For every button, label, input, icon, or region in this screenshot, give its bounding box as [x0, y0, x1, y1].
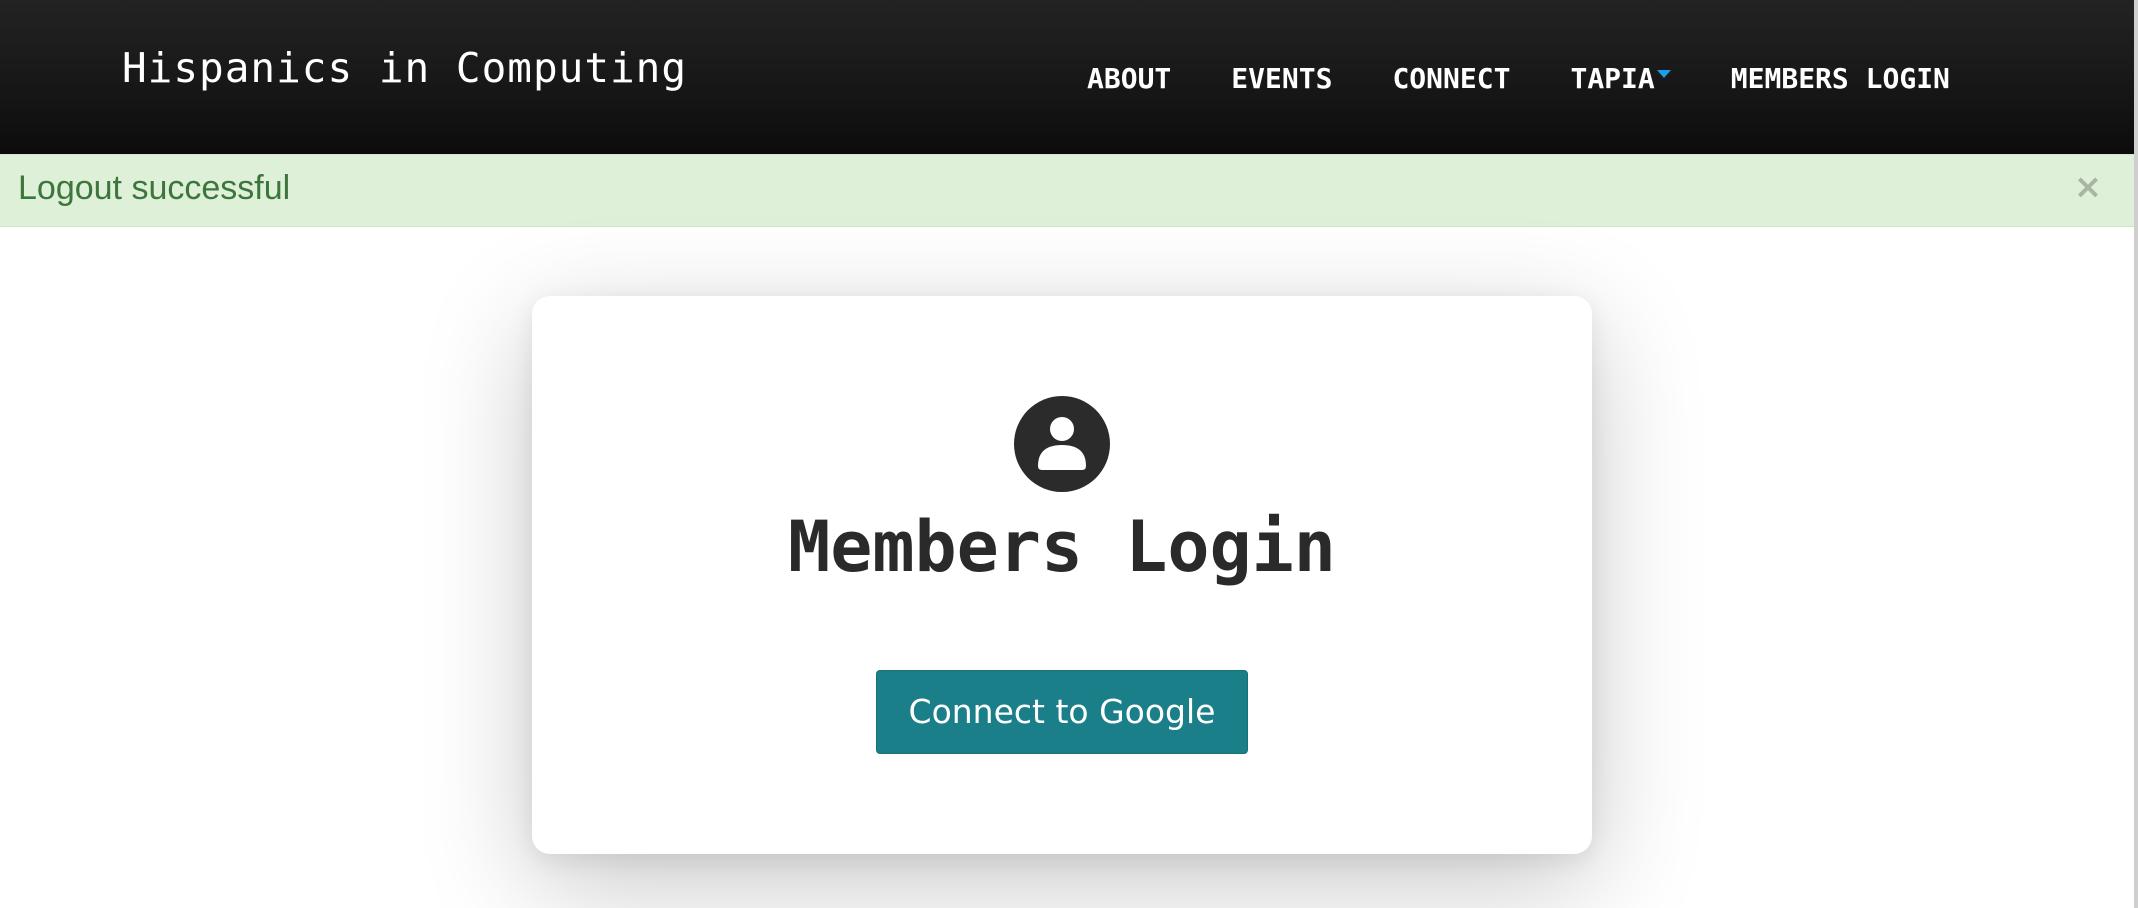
members-login-title: Members Login: [788, 506, 1336, 588]
site-brand-link[interactable]: Hispanics in Computing: [122, 44, 687, 92]
user-avatar-icon: [1014, 396, 1110, 492]
alert-message: Logout successful: [18, 169, 291, 207]
nav-item-label: EVENTS: [1231, 62, 1333, 95]
nav-item-members-login[interactable]: MEMBERS LOGIN: [1731, 62, 1950, 95]
nav-item-about[interactable]: ABOUT: [1087, 62, 1171, 95]
nav-item-events[interactable]: EVENTS: [1231, 62, 1332, 95]
top-navbar: Hispanics in Computing ABOUT EVENTS CONN…: [0, 0, 2138, 154]
nav-item-connect[interactable]: CONNECT: [1392, 62, 1510, 95]
nav-item-label: ABOUT: [1087, 62, 1172, 95]
nav-item-label: MEMBERS LOGIN: [1730, 62, 1950, 95]
main-nav: ABOUT EVENTS CONNECT TAPIA MEMBERS LOGIN: [1087, 62, 1950, 95]
close-icon[interactable]: ×: [2070, 169, 2106, 205]
nav-item-tapia[interactable]: TAPIA: [1570, 62, 1671, 95]
login-card: Members Login Connect to Google: [532, 296, 1592, 854]
nav-item-label: TAPIA: [1570, 62, 1655, 95]
connect-google-button[interactable]: Connect to Google: [876, 670, 1248, 754]
page: Hispanics in Computing ABOUT EVENTS CONN…: [0, 0, 2138, 908]
scrollbar[interactable]: [2134, 0, 2138, 908]
logout-success-alert: Logout successful ×: [0, 154, 2134, 227]
nav-item-label: CONNECT: [1392, 62, 1511, 95]
dropdown-caret-icon: [1656, 70, 1671, 78]
